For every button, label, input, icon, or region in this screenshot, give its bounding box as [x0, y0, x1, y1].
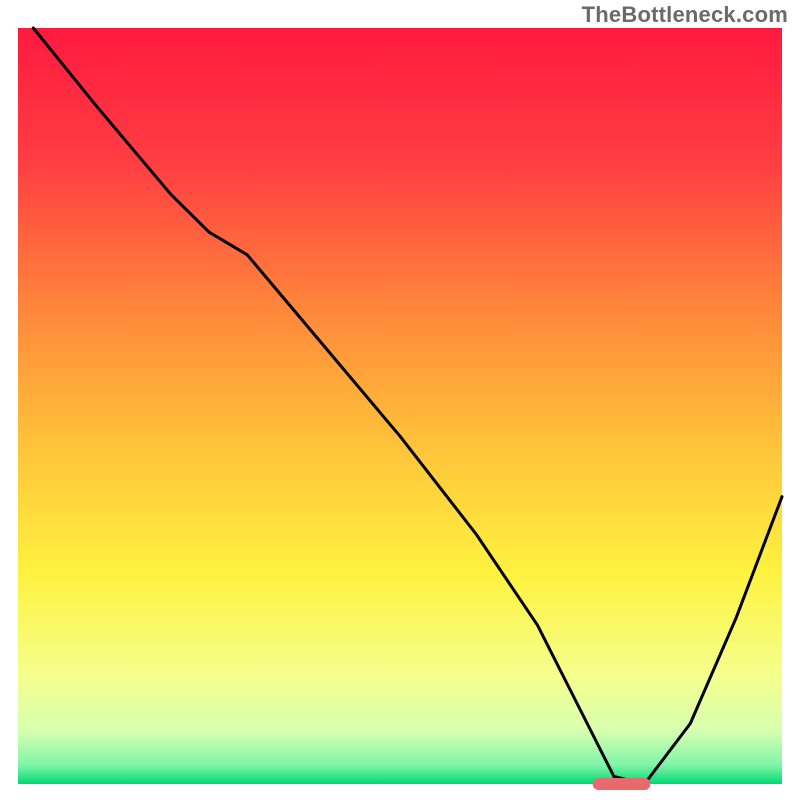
bottleneck-chart: TheBottleneck.com [0, 0, 800, 800]
gradient-background [18, 28, 782, 784]
plot-svg [0, 0, 800, 800]
